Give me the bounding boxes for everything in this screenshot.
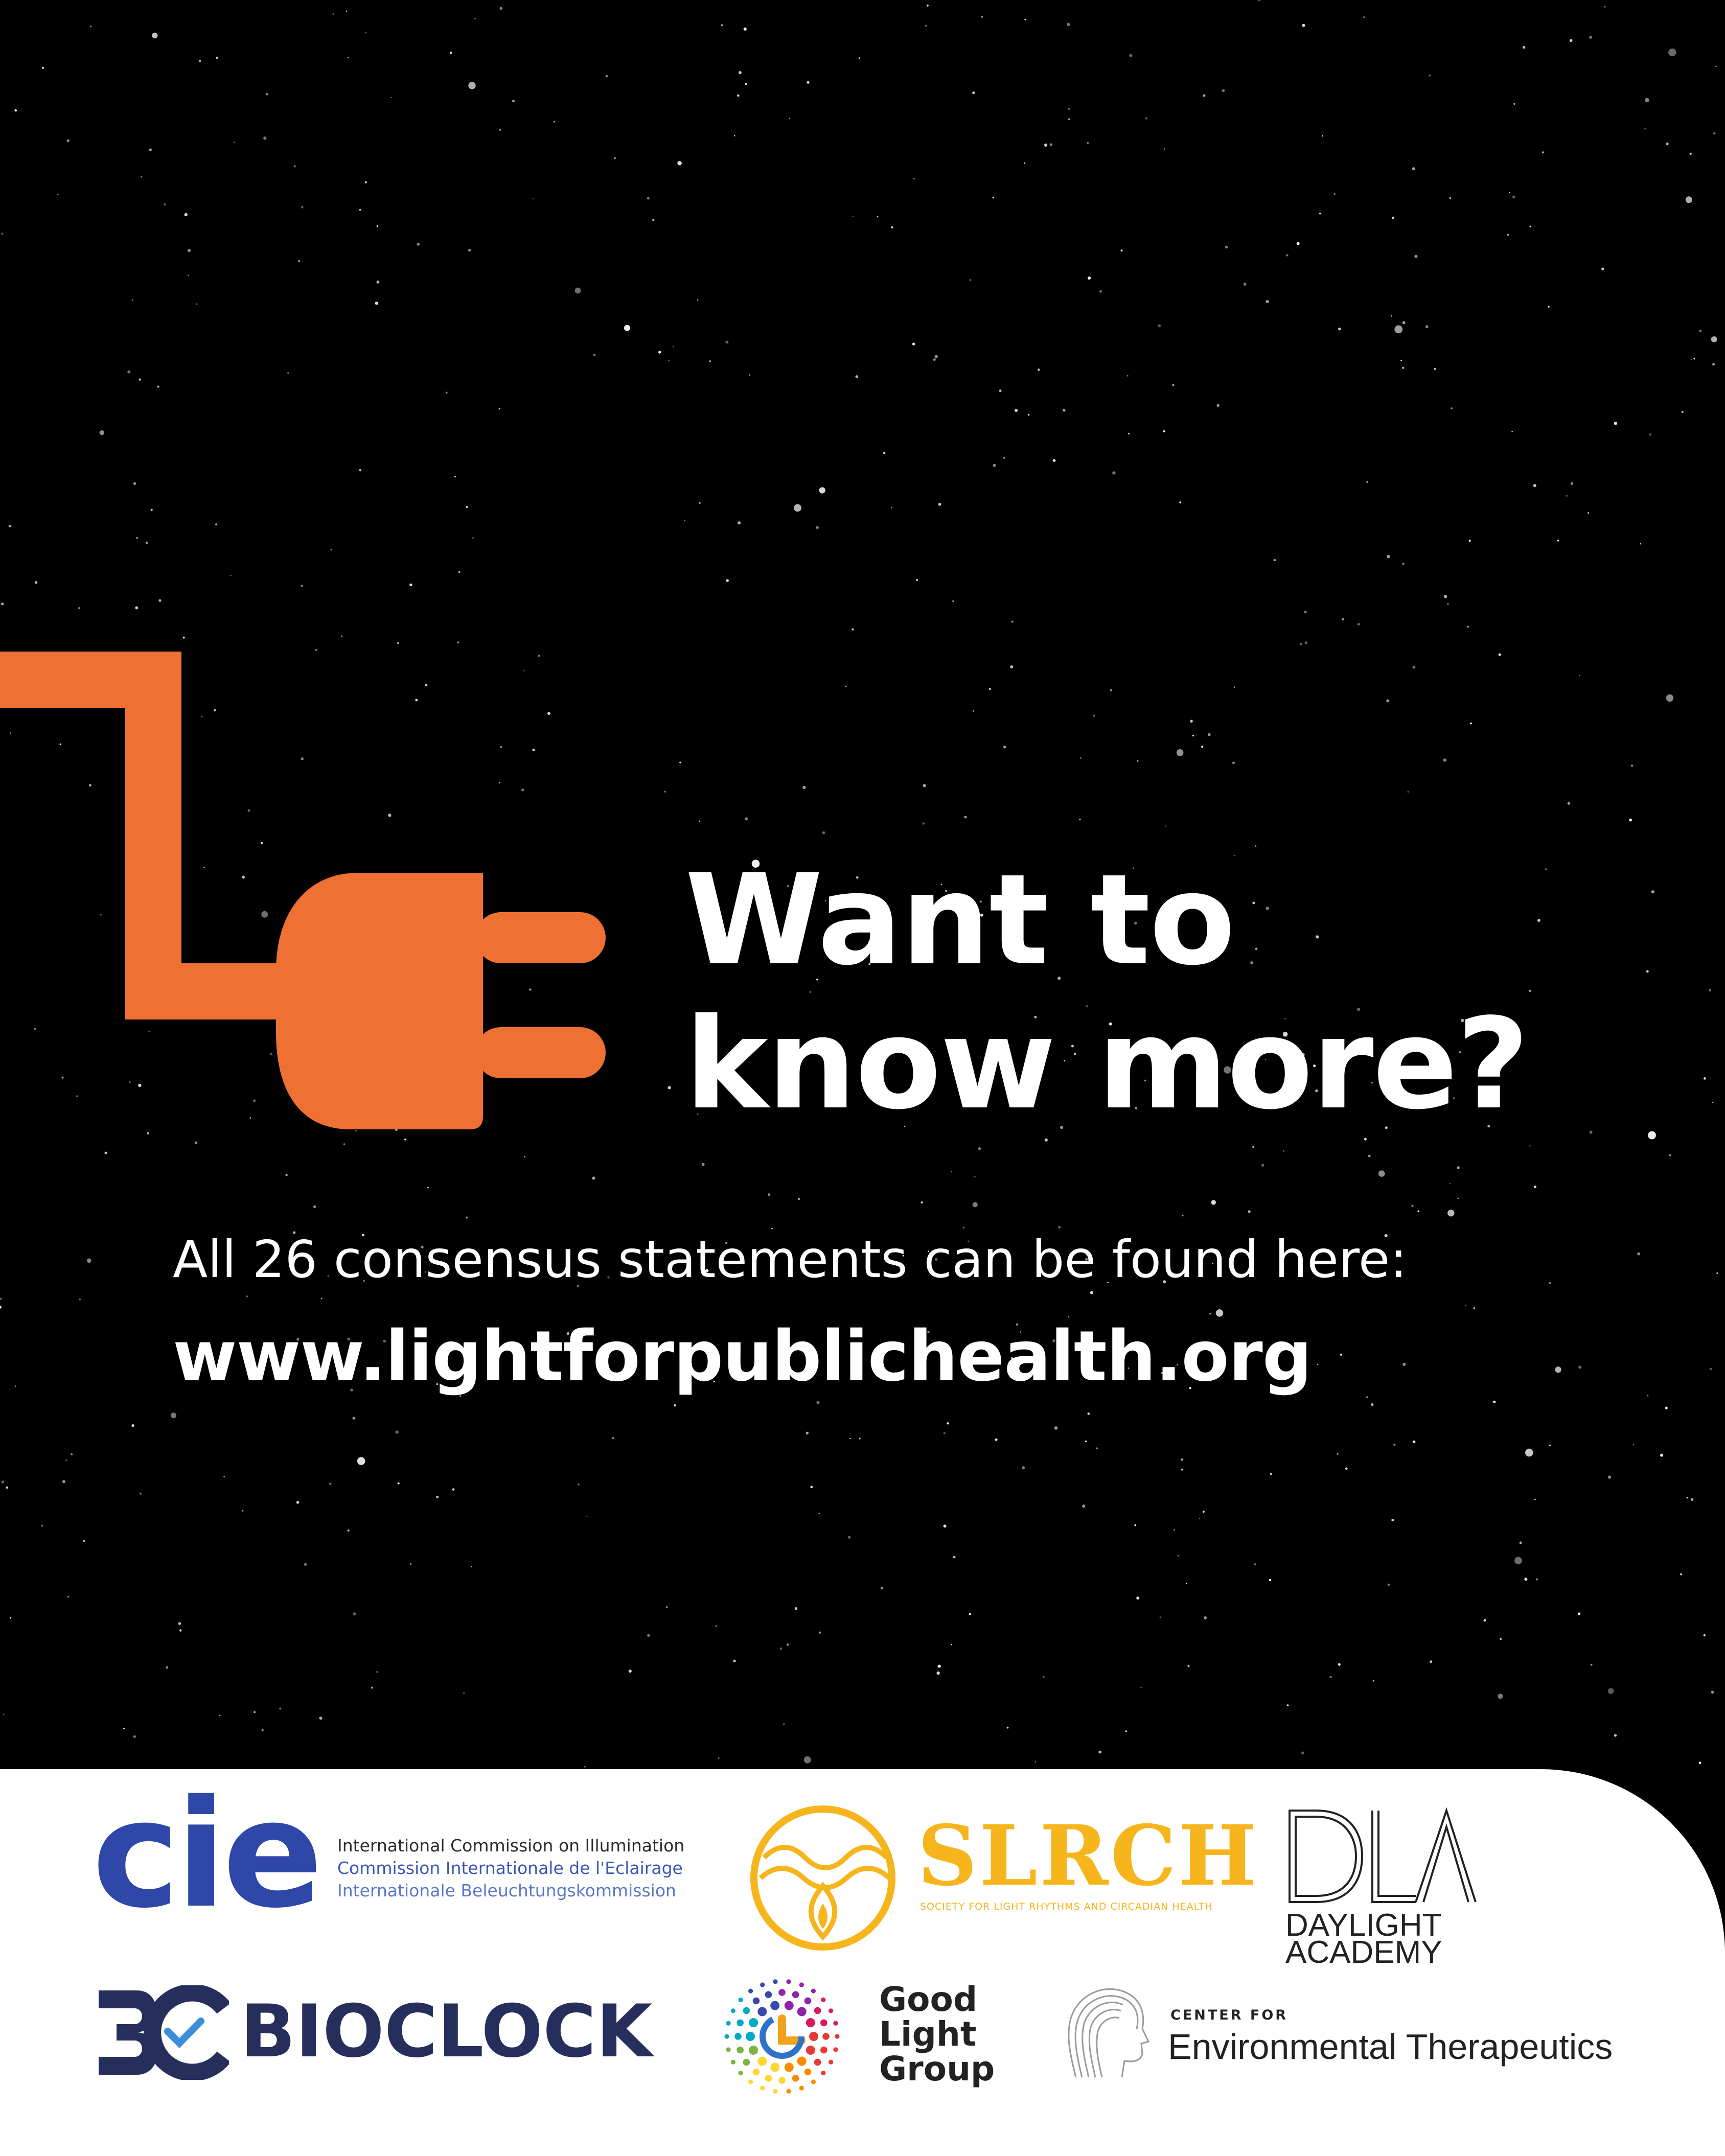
plug-prong-bottom (475, 1027, 606, 1078)
glg-dot (734, 2033, 742, 2040)
glg-dot (748, 2079, 753, 2084)
plug-cable (0, 652, 286, 1019)
cie-line-3: Internationale Beleuchtungskommission (337, 1881, 676, 1900)
slrch-subtitle: SOCIETY FOR LIGHT RHYTHMS AND CIRCADIAN … (920, 1901, 1213, 1912)
glg-dot (820, 2046, 827, 2054)
glg-dot (748, 1988, 753, 1993)
good-light-group-icon (724, 1979, 840, 2094)
glg-dot (737, 2019, 744, 2027)
glg-dot (743, 2058, 750, 2066)
glg-dot (804, 2068, 812, 2076)
glg-dot (760, 2085, 765, 2091)
good-light-group-line-3: Group (879, 2049, 995, 2089)
dla-line-2: ACADEMY (1285, 1935, 1442, 1970)
glg-dot (770, 2062, 780, 2072)
glg-dot (792, 1991, 799, 1998)
plug-prong-top (475, 912, 606, 963)
glg-dot (752, 1997, 760, 2005)
glg-dot (737, 2046, 744, 2054)
headline-line-1: Want to (685, 847, 1235, 993)
glg-dot (738, 2071, 743, 2076)
glg-dot (765, 2075, 772, 2082)
glg-dot (765, 1991, 772, 1998)
glg-dot (833, 2047, 838, 2052)
headline-line-2: know more? (685, 991, 1529, 1137)
glg-dot (811, 1988, 816, 1993)
glg-dot (749, 2018, 758, 2028)
good-light-group-line-2: Light (879, 2014, 977, 2054)
glg-dot (743, 2007, 750, 2014)
glg-dot (814, 2007, 821, 2014)
glg-dot (829, 2059, 834, 2065)
glg-dot (799, 2085, 804, 2091)
glg-dot (773, 2089, 778, 2094)
glg-dot (778, 2077, 786, 2084)
glg-dot (746, 2032, 755, 2041)
cie-line-1: International Commission on Illumination (337, 1836, 685, 1856)
glg-dot (804, 1997, 812, 2005)
glg-dot (749, 2045, 758, 2055)
cie-subtitle: International Commission on Illumination… (337, 1835, 684, 1902)
plug-body (276, 873, 483, 1129)
glg-dot (784, 2001, 794, 2010)
cie-line-2: Commission Internationale de l'Eclairage (337, 1858, 683, 1878)
glg-dot (797, 2007, 807, 2016)
glg-dot (752, 2068, 760, 2076)
glg-dot (760, 1982, 765, 1987)
glg-dot (730, 2008, 735, 2013)
glg-dot (757, 2056, 767, 2066)
headline: Want to know more? (685, 847, 1529, 1137)
cet-logo: Environmental Therapeutics (1168, 2027, 1613, 2067)
cie-logo: cie (92, 1769, 323, 1941)
glg-dot (726, 2021, 731, 2026)
dla-monogram-icon (1289, 1807, 1477, 1903)
website-link[interactable]: www.lightforpublichealth.org (173, 1311, 1312, 1403)
glg-dot (738, 1997, 743, 2002)
glg-dot (806, 2018, 815, 2028)
glg-dot (730, 2059, 735, 2065)
glg-dot (770, 2001, 780, 2010)
glg-dot (820, 2019, 827, 2027)
glg-dot (784, 2062, 794, 2072)
glg-dot (821, 2071, 826, 2076)
glg-dot (757, 2007, 767, 2016)
glg-dot (797, 2056, 807, 2066)
glg-dot (786, 1979, 791, 1984)
bioclock-icon (99, 1985, 229, 2080)
good-light-group-line-1: Good (879, 1980, 978, 2019)
glg-dot (724, 2034, 729, 2039)
glg-dot (799, 1982, 804, 1987)
glg-dot (835, 2034, 840, 2039)
glg-dot (811, 2079, 816, 2084)
glg-dot (814, 2058, 821, 2066)
glg-dot (821, 1997, 826, 2002)
head-profile-icon (1068, 1988, 1150, 2078)
bioclock-logo: BIOCLOCK (240, 1989, 653, 2074)
glg-dot (773, 1979, 778, 1984)
slrch-emblem-icon (750, 1805, 895, 1951)
cet-top-line: CENTER FOR (1170, 2007, 1289, 2023)
glg-dot (786, 2089, 791, 2094)
slrch-logo: SLRCH (917, 1807, 1259, 1905)
glg-dot (778, 1989, 786, 1996)
glg-dot (829, 2008, 834, 2013)
glg-dot (806, 2045, 815, 2055)
glg-dot (809, 2032, 818, 2041)
glg-dot (726, 2047, 731, 2052)
glg-dot (833, 2021, 838, 2026)
statement-text: All 26 consensus statements can be found… (173, 1230, 1408, 1289)
glg-dot (822, 2033, 830, 2040)
glg-dot (792, 2075, 799, 2082)
